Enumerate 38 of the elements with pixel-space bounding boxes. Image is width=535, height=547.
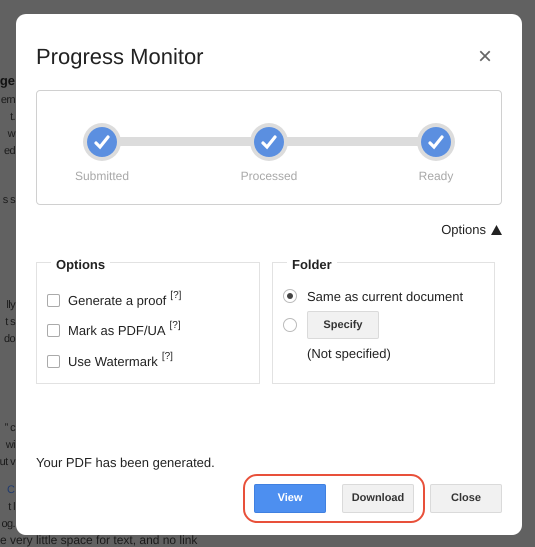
checkbox[interactable] — [47, 354, 60, 368]
document-text: t. — [10, 110, 15, 125]
document-text: lly — [6, 298, 15, 313]
help-link[interactable]: [?] — [170, 288, 182, 302]
document-text: ern — [0, 93, 15, 108]
document-text: og. — [2, 517, 15, 532]
help-link[interactable]: [?] — [170, 318, 181, 333]
document-heading: ge — [0, 72, 15, 90]
document-text: w — [8, 127, 15, 142]
document-text: t l — [8, 500, 15, 515]
radio-button[interactable] — [283, 289, 297, 304]
options-toggle[interactable]: Options — [441, 220, 502, 240]
step-label: Processed — [240, 168, 298, 185]
dialog-title: Progress Monitor — [36, 43, 204, 71]
option-label: Mark as PDF/UA — [68, 322, 166, 340]
step-label: Submitted — [74, 168, 130, 185]
status-message: Your PDF has been generated. — [36, 454, 216, 472]
specify-button[interactable]: Specify — [307, 311, 379, 339]
option-label: Use Watermark — [68, 352, 158, 370]
help-link[interactable]: [?] — [162, 348, 173, 364]
dialog-button[interactable]: Close — [430, 484, 502, 513]
document-text: ed — [4, 144, 15, 159]
document-text: s s — [2, 193, 15, 208]
document-text: ” c — [4, 421, 15, 436]
option-label: Generate a proof — [68, 292, 166, 310]
dialog-button[interactable]: Download — [342, 484, 414, 513]
document-text: t s — [5, 315, 15, 330]
document-text: wi — [6, 438, 15, 453]
document-text: ut v — [0, 455, 15, 470]
checkbox[interactable] — [47, 294, 60, 307]
radio-label: Same as current document — [307, 288, 464, 306]
collapse-arrow-icon — [491, 224, 502, 235]
document-text: e very little space for text, and no link — [0, 533, 198, 547]
document-text: do — [4, 332, 15, 347]
folder-status: (Not specified) — [307, 345, 392, 363]
checkbox[interactable] — [47, 324, 60, 338]
radio-button[interactable] — [283, 318, 297, 332]
step-label: Ready — [418, 168, 454, 185]
